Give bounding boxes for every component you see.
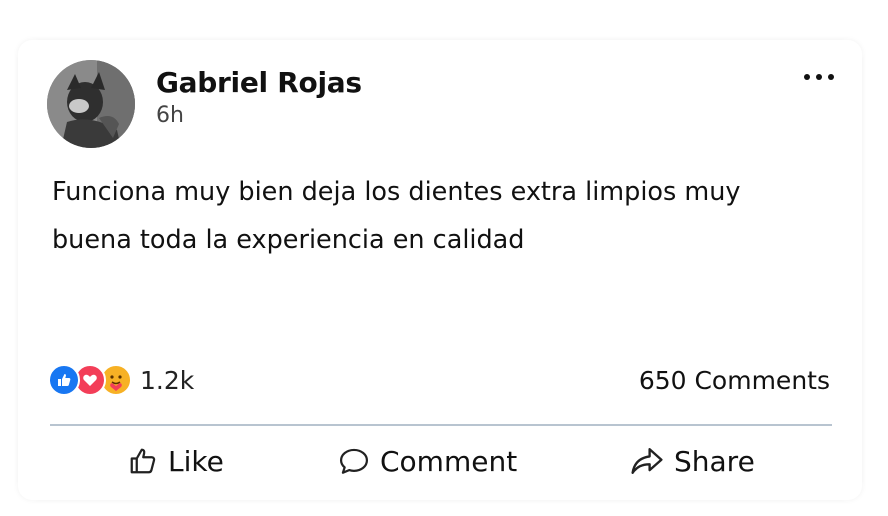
action-bar: Like Comment Share xyxy=(50,438,832,484)
divider xyxy=(50,424,832,426)
avatar[interactable] xyxy=(47,60,135,148)
more-options-button[interactable] xyxy=(804,70,834,84)
more-dot-icon xyxy=(804,74,810,80)
like-button[interactable]: Like xyxy=(128,438,224,484)
share-label: Share xyxy=(674,444,755,478)
more-dot-icon xyxy=(828,74,834,80)
share-arrow-icon xyxy=(631,448,663,474)
avatar-image xyxy=(47,60,135,148)
post-text: Funciona muy bien deja los dientes extra… xyxy=(52,177,741,255)
reactions-summary[interactable]: 1.2k xyxy=(48,364,194,396)
like-reaction-icon xyxy=(48,364,80,396)
share-button[interactable]: Share xyxy=(630,438,755,484)
post-card: Gabriel Rojas 6h Funciona muy bien deja … xyxy=(18,40,862,500)
post-timestamp[interactable]: 6h xyxy=(156,103,184,128)
comment-button[interactable]: Comment xyxy=(338,438,517,484)
like-label: Like xyxy=(168,444,224,478)
reaction-count: 1.2k xyxy=(140,365,195,395)
comment-label: Comment xyxy=(380,444,518,478)
more-dot-icon xyxy=(816,74,822,80)
comments-count-link[interactable]: 650 Comments xyxy=(639,366,830,395)
thumbs-up-icon xyxy=(130,448,156,474)
author-name[interactable]: Gabriel Rojas xyxy=(156,66,362,99)
comment-bubble-icon xyxy=(339,448,369,474)
